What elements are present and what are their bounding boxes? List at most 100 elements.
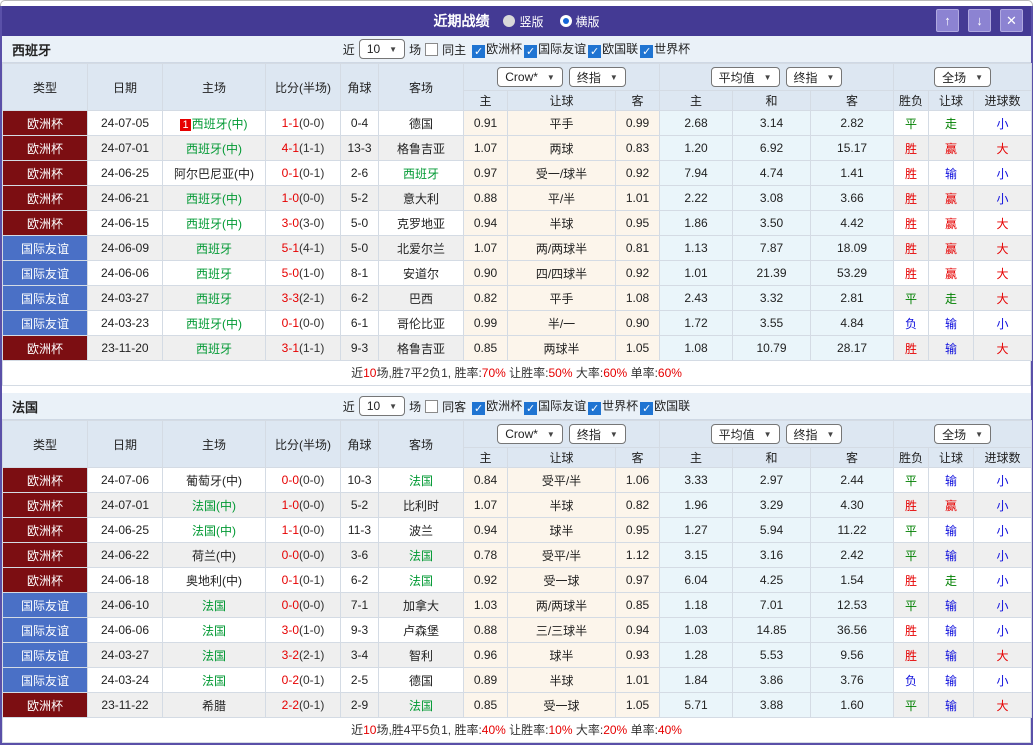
- away-team-name[interactable]: 巴西: [409, 292, 433, 306]
- home-team-name[interactable]: 葡萄牙(中): [186, 474, 242, 488]
- move-up-button[interactable]: ↑: [936, 9, 959, 32]
- away-team-name[interactable]: 法国: [409, 574, 433, 588]
- league-checkbox-checked[interactable]: ✓: [640, 402, 654, 415]
- average-time-select[interactable]: 终指 ▼: [785, 67, 843, 87]
- away-team-name[interactable]: 安道尔: [403, 267, 439, 281]
- match-count-select[interactable]: 10 ▼: [358, 396, 406, 416]
- up-arrow-icon: ↑: [944, 13, 951, 28]
- away-team-name[interactable]: 北爱尔兰: [397, 242, 445, 256]
- league-checkbox-checked[interactable]: ✓: [472, 402, 486, 415]
- fulltime-select[interactable]: 全场 ▼: [934, 424, 992, 444]
- away-team-name[interactable]: 克罗地亚: [397, 217, 445, 231]
- away-team-name[interactable]: 意大利: [403, 192, 439, 206]
- average-group-header: 平均值 ▼ 终指 ▼: [659, 63, 895, 91]
- chevron-down-icon: ▼: [389, 44, 398, 54]
- home-team-name[interactable]: 西班牙: [196, 342, 232, 356]
- bookmaker-select[interactable]: Crow* ▼: [497, 424, 563, 444]
- avg-draw-cell: 7.87: [732, 235, 812, 261]
- league-checkbox-checked[interactable]: ✓: [524, 45, 538, 58]
- home-team-name[interactable]: 法国: [202, 599, 226, 613]
- recent-label: 近: [342, 42, 355, 57]
- away-team-name[interactable]: 加拿大: [403, 599, 439, 613]
- same-away-checkbox[interactable]: [425, 399, 439, 413]
- home-team-name[interactable]: 法国: [202, 674, 226, 688]
- away-team-name[interactable]: 卢森堡: [403, 624, 439, 638]
- league-cell: 国际友谊: [2, 667, 88, 693]
- avg-home-cell: 5.71: [659, 692, 734, 718]
- odds-time-select[interactable]: 终指 ▼: [568, 67, 626, 87]
- home-team-name[interactable]: 法国(中): [192, 499, 236, 513]
- home-odds-cell: 0.82: [463, 285, 508, 311]
- winlose-result-cell: 胜: [893, 160, 930, 186]
- same-home-checkbox[interactable]: [425, 42, 439, 56]
- away-team-name[interactable]: 法国: [409, 474, 433, 488]
- match-count-select[interactable]: 10 ▼: [358, 39, 406, 59]
- home-team-name[interactable]: 西班牙(中): [186, 192, 242, 206]
- away-team-name[interactable]: 比利时: [403, 499, 439, 513]
- avg-home-cell: 1.27: [659, 517, 734, 543]
- avg-home-cell: 1.03: [659, 617, 734, 643]
- handicap-result-cell: 输: [928, 310, 975, 336]
- home-team-name[interactable]: 西班牙(中): [192, 117, 248, 131]
- fulltime-score: 3-2: [281, 648, 299, 662]
- radio-icon[interactable]: [503, 15, 516, 27]
- away-team-name[interactable]: 德国: [409, 117, 433, 131]
- away-team-name[interactable]: 格鲁吉亚: [397, 342, 445, 356]
- away-team-name[interactable]: 哥伦比亚: [397, 317, 445, 331]
- col-type: 类型: [2, 420, 88, 468]
- home-team-name[interactable]: 法国(中): [192, 524, 236, 538]
- odds-time-select[interactable]: 终指 ▼: [568, 424, 626, 444]
- league-cell: 国际友谊: [2, 592, 88, 618]
- fulltime-select[interactable]: 全场 ▼: [934, 67, 992, 87]
- home-team-name[interactable]: 西班牙(中): [186, 317, 242, 331]
- away-team-name[interactable]: 德国: [409, 674, 433, 688]
- radio-vertical-layout[interactable]: 竖版: [503, 13, 544, 30]
- date-cell: 24-03-27: [87, 642, 163, 668]
- home-team-name[interactable]: 西班牙: [196, 267, 232, 281]
- away-team-name[interactable]: 法国: [409, 699, 433, 713]
- radio-selected-icon[interactable]: [559, 15, 572, 27]
- home-team-name[interactable]: 希腊: [202, 699, 226, 713]
- handicap-cell: 两/两球半: [507, 592, 616, 618]
- average-select[interactable]: 平均值 ▼: [710, 424, 780, 444]
- average-select[interactable]: 平均值 ▼: [710, 67, 780, 87]
- goals-result-cell: 小: [973, 310, 1033, 336]
- avg-home-cell: 7.94: [659, 160, 734, 186]
- average-group-header: 平均值 ▼ 终指 ▼: [659, 420, 895, 448]
- home-team-name[interactable]: 西班牙: [196, 242, 232, 256]
- halftime-score: (0-0): [299, 116, 325, 130]
- league-checkbox-checked[interactable]: ✓: [588, 402, 602, 415]
- panel-title: 近期战绩: [433, 13, 490, 29]
- away-team-name[interactable]: 西班牙: [403, 167, 439, 181]
- home-team-name[interactable]: 西班牙(中): [186, 142, 242, 156]
- away-team-name[interactable]: 智利: [409, 649, 433, 663]
- league-checkbox-checked[interactable]: ✓: [472, 45, 486, 58]
- match-row: 国际友谊 24-06-10 法国 0-0(0-0) 7-1 加拿大 1.03 两/两球半 0.8…: [2, 592, 1033, 618]
- home-odds-cell: 0.94: [463, 517, 508, 543]
- away-team-name[interactable]: 法国: [409, 549, 433, 563]
- home-team-name[interactable]: 荷兰(中): [192, 549, 236, 563]
- home-team-name[interactable]: 法国: [202, 649, 226, 663]
- away-team-name[interactable]: 波兰: [409, 524, 433, 538]
- league-checkbox-group: ✓ 欧洲杯 ✓ 国际友谊 ✓ 欧国联 ✓ 世界杯: [470, 40, 690, 58]
- home-team-name[interactable]: 西班牙(中): [186, 217, 242, 231]
- average-time-select[interactable]: 终指 ▼: [785, 424, 843, 444]
- stat-label: 大率:: [572, 723, 604, 737]
- sub-goals: 进球数: [973, 447, 1033, 468]
- league-label: 欧洲杯: [486, 399, 523, 413]
- goals-result-cell: 大: [973, 642, 1033, 668]
- away-team-name[interactable]: 格鲁吉亚: [397, 142, 445, 156]
- radio-horizontal-layout[interactable]: 横版: [559, 13, 600, 30]
- league-checkbox-checked[interactable]: ✓: [588, 45, 602, 58]
- home-team-name[interactable]: 法国: [202, 624, 226, 638]
- move-down-button[interactable]: ↓: [968, 9, 991, 32]
- home-team-name[interactable]: 西班牙: [196, 292, 232, 306]
- away-odds-cell: 0.82: [614, 492, 661, 518]
- bookmaker-select[interactable]: Crow* ▼: [497, 67, 563, 87]
- home-team-name[interactable]: 阿尔巴尼亚(中): [174, 167, 254, 181]
- home-team-name[interactable]: 奥地利(中): [186, 574, 242, 588]
- league-checkbox-checked[interactable]: ✓: [640, 45, 654, 58]
- avg-home-cell: 1.84: [659, 667, 734, 693]
- league-checkbox-checked[interactable]: ✓: [524, 402, 538, 415]
- close-button[interactable]: ✕: [1000, 9, 1023, 32]
